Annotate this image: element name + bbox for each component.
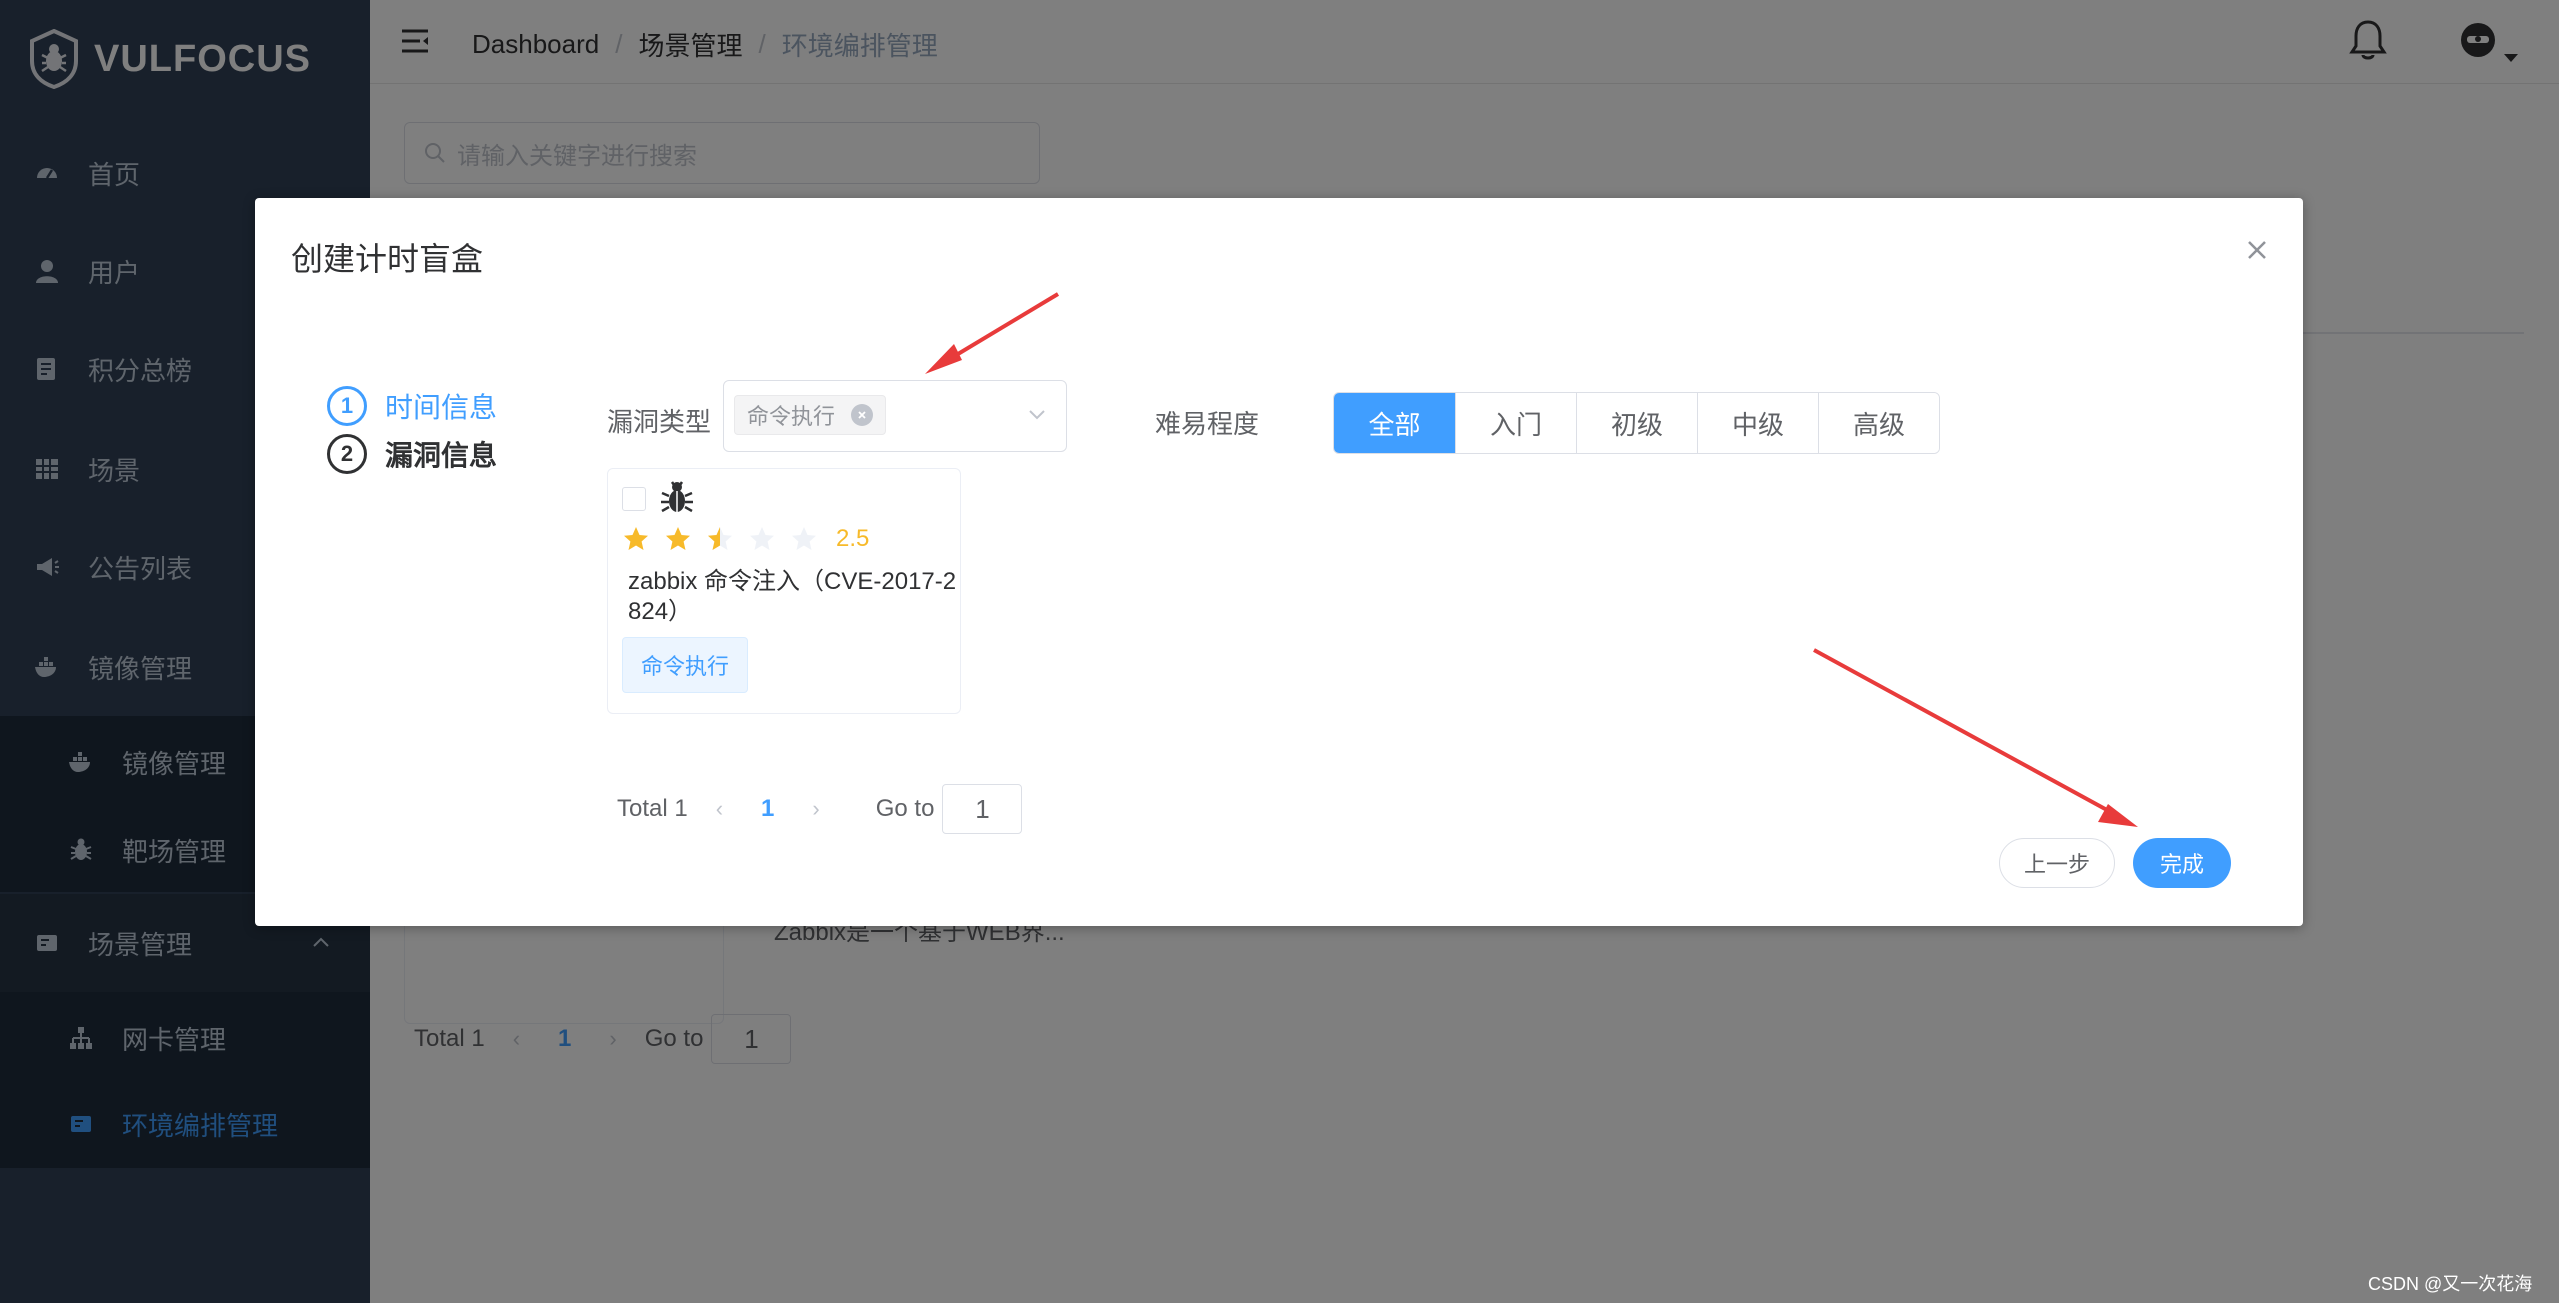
tag-close-icon[interactable] xyxy=(851,404,874,426)
step-number: 2 xyxy=(327,434,367,474)
previous-step-button[interactable]: 上一步 xyxy=(1999,838,2115,888)
step-number: 1 xyxy=(327,386,367,426)
star-half-icon xyxy=(708,527,732,550)
finish-button[interactable]: 完成 xyxy=(2133,838,2231,888)
tag-label: 命令执行 xyxy=(747,404,836,429)
goto-input[interactable]: 1 xyxy=(942,784,1023,834)
difficulty-option-entry[interactable]: 入门 xyxy=(1455,393,1576,453)
vuln-card[interactable]: 2.5 zabbix 命令注入（CVE-2017-2824） 命令执行 xyxy=(607,468,961,714)
goto-label: Go to xyxy=(875,795,935,822)
close-icon[interactable] xyxy=(2243,236,2271,264)
vuln-checkbox[interactable] xyxy=(622,487,646,511)
difficulty-radio-group: 全部 入门 初级 中级 高级 xyxy=(1333,392,1940,454)
difficulty-label: 难易程度 xyxy=(1155,409,1260,439)
star-empty-icon xyxy=(792,527,816,550)
pagination-total: Total 1 xyxy=(617,795,688,822)
chevron-down-icon xyxy=(1029,410,1045,420)
chevron-right-icon[interactable]: › xyxy=(812,796,819,822)
difficulty-option-advanced[interactable]: 高级 xyxy=(1818,393,1939,453)
watermark: CSDN @又一次花海 xyxy=(2368,1274,2533,1294)
vuln-type-select[interactable]: 命令执行 xyxy=(723,380,1067,452)
star-icon xyxy=(666,527,690,550)
vuln-card-tag: 命令执行 xyxy=(622,637,749,693)
step-label: 漏洞信息 xyxy=(385,440,498,471)
page-number[interactable]: 1 xyxy=(761,795,774,823)
bug-icon xyxy=(661,481,693,513)
create-timed-blindbox-dialog: 创建计时盲盒 1 时间信息 2 漏洞信息 漏洞类型 命令执行 难易程度 全部 入… xyxy=(255,198,2303,926)
chevron-left-icon[interactable]: ‹ xyxy=(716,796,723,822)
step-time-info: 1 时间信息 xyxy=(327,382,497,430)
dialog-title: 创建计时盲盒 xyxy=(291,241,484,277)
dialog-pagination: Total 1 ‹ 1 › Go to 1 xyxy=(617,784,1023,834)
step-vuln-info: 2 漏洞信息 xyxy=(327,430,497,478)
rating: 2.5 xyxy=(622,525,869,553)
difficulty-option-beginner[interactable]: 初级 xyxy=(1576,393,1697,453)
difficulty-option-intermediate[interactable]: 中级 xyxy=(1697,393,1818,453)
vuln-type-tag: 命令执行 xyxy=(734,395,887,435)
difficulty-option-all[interactable]: 全部 xyxy=(1334,393,1455,453)
rating-score: 2.5 xyxy=(836,525,870,552)
vuln-name: zabbix 命令注入（CVE-2017-2824） xyxy=(628,568,957,625)
steps: 1 时间信息 2 漏洞信息 xyxy=(327,382,497,478)
star-icon xyxy=(624,527,648,550)
star-empty-icon xyxy=(750,527,774,550)
vuln-type-label: 漏洞类型 xyxy=(607,407,712,437)
step-label: 时间信息 xyxy=(385,392,498,423)
